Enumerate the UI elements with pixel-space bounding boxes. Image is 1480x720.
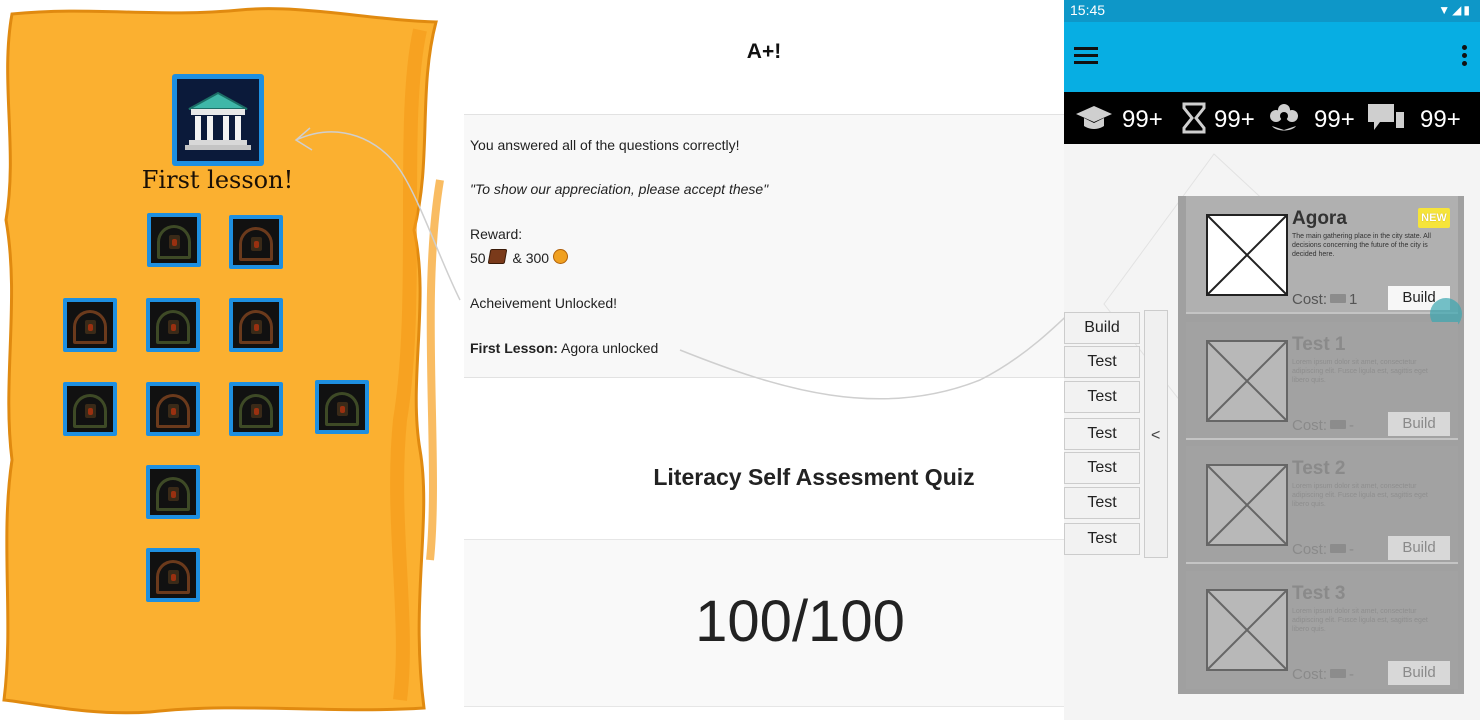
app-bar [1064, 22, 1480, 92]
side-menu-test[interactable]: Test [1064, 346, 1140, 378]
building-cost: Cost: - [1292, 417, 1355, 434]
graduation-cap-icon [1330, 294, 1347, 303]
graduation-cap-icon [1330, 544, 1347, 553]
chevron-left-icon: < [1151, 427, 1161, 444]
building-cost: Cost: - [1292, 541, 1355, 558]
chat-icon [1368, 104, 1404, 130]
resource-value: 99+ [1214, 106, 1255, 133]
building-name: Test 2 [1292, 458, 1346, 479]
resource-value: 99+ [1122, 106, 1163, 133]
flower-icon [1270, 104, 1298, 131]
graduation-cap-icon [1330, 420, 1347, 429]
side-menu-test[interactable]: Test [1064, 418, 1140, 450]
new-badge: NEW [1418, 208, 1450, 228]
build-button[interactable]: Build [1388, 661, 1450, 685]
side-menu-toggle[interactable]: < [1144, 310, 1168, 558]
menu-icon[interactable] [1074, 47, 1098, 65]
building-card[interactable]: Test 3 Lorem ipsum dolor sit amet, conse… [1186, 571, 1458, 689]
image-placeholder-icon [1206, 214, 1288, 296]
image-placeholder-icon [1206, 464, 1288, 546]
side-menu-test[interactable]: Test [1064, 452, 1140, 484]
side-menu-test[interactable]: Test [1064, 381, 1140, 413]
building-cost: Cost: 1 [1292, 291, 1358, 308]
building-card[interactable]: Test 1 Lorem ipsum dolor sit amet, conse… [1186, 322, 1458, 440]
building-card[interactable]: Test 2 Lorem ipsum dolor sit amet, conse… [1186, 446, 1458, 564]
image-placeholder-icon [1206, 589, 1288, 671]
building-card[interactable]: Agora NEW The main gathering place in th… [1186, 196, 1462, 330]
status-bar: 15:45 ▼◢▮ [1064, 0, 1480, 22]
image-placeholder-icon [1206, 340, 1288, 422]
building-description: Lorem ipsum dolor sit amet, consectetur … [1292, 483, 1428, 508]
resource-value: 99+ [1420, 106, 1461, 133]
building-description: Lorem ipsum dolor sit amet, consectetur … [1292, 359, 1428, 384]
building-name: Agora [1292, 208, 1347, 229]
phone-app-panel: 15:45 ▼◢▮ 99+ 99+ 99+ 99+ Build Test Tes… [1064, 0, 1480, 720]
build-button[interactable]: Build [1388, 412, 1450, 436]
side-menu-test[interactable]: Test [1064, 487, 1140, 519]
building-name: Test 1 [1292, 334, 1346, 355]
side-menu-test[interactable]: Test [1064, 523, 1140, 555]
build-button[interactable]: Build [1388, 536, 1450, 560]
building-list: Agora NEW The main gathering place in th… [1178, 196, 1464, 694]
building-description: The main gathering place in the city sta… [1292, 233, 1431, 258]
resource-value: 99+ [1314, 106, 1355, 133]
graduation-cap-icon [1076, 106, 1112, 129]
more-options-icon[interactable] [1462, 45, 1468, 69]
resource-bar: 99+ 99+ 99+ 99+ [1064, 92, 1480, 144]
status-time: 15:45 [1070, 2, 1106, 18]
building-cost: Cost: - [1292, 666, 1355, 683]
side-menu-build[interactable]: Build [1064, 312, 1140, 344]
building-name: Test 3 [1292, 583, 1346, 604]
building-description: Lorem ipsum dolor sit amet, consectetur … [1292, 608, 1428, 633]
graduation-cap-icon [1330, 669, 1347, 678]
status-icons: ▼◢▮ [1438, 3, 1472, 17]
